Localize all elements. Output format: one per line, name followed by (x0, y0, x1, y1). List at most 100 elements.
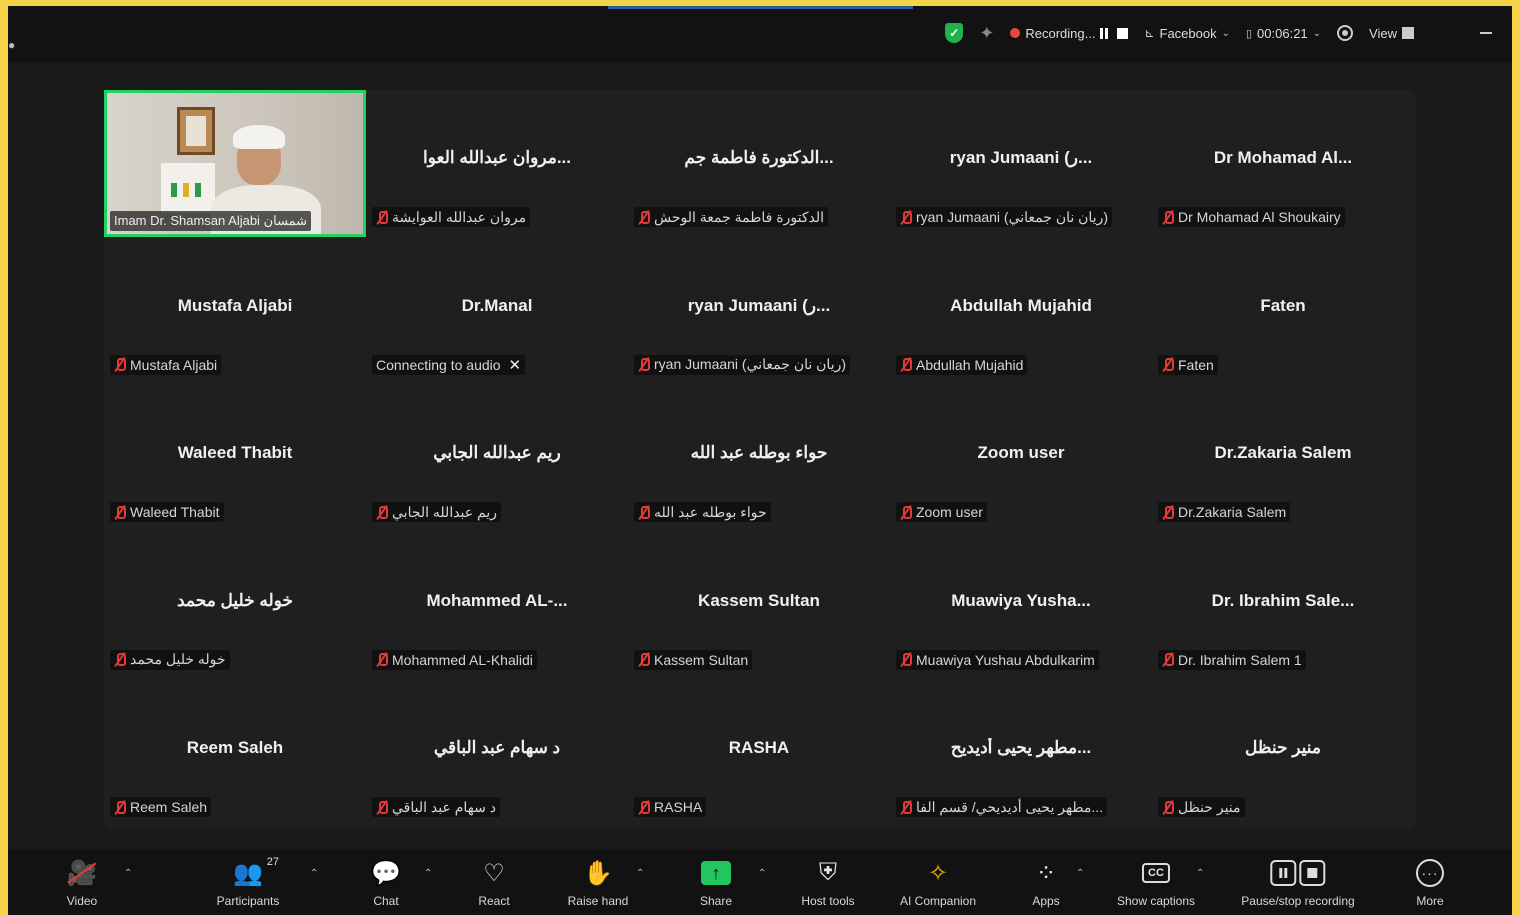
participant-tile[interactable]: Dr.Zakaria Salem Dr.Zakaria Salem (1152, 385, 1414, 532)
react-label: React (478, 894, 510, 908)
mic-muted-icon (1162, 357, 1174, 372)
stop-recording-icon[interactable] (1117, 27, 1129, 39)
apps-button[interactable]: ⁘ Apps (1032, 858, 1059, 914)
participant-tile[interactable]: Muawiya Yusha... Muawiya Yushau Abdulkari… (890, 533, 1152, 680)
host-tools-button[interactable]: ⛨ Host tools (801, 858, 854, 914)
participant-tile[interactable]: ryan Jumaani (ر... ryan Jumaani (ريان نان… (890, 90, 1152, 237)
participant-video-tile[interactable]: Imam Dr. Shamsan Aljabi شمسان (104, 90, 366, 237)
closed-captions-icon: CC (1142, 858, 1170, 888)
react-button[interactable]: ♡ React (478, 858, 509, 914)
participant-tile[interactable]: Mohammed AL-... Mohammed AL-Khalidi (366, 533, 628, 680)
encryption-shield-icon[interactable]: ✓ (945, 23, 964, 43)
more-button[interactable]: ··· More (1416, 858, 1444, 914)
participant-tile[interactable]: Dr. Ibrahim Sale... Dr. Ibrahim Salem 1 (1152, 533, 1414, 680)
participant-display-name: ryan Jumaani (ر... (949, 148, 1093, 167)
participant-display-name: Waleed Thabit (177, 443, 293, 463)
wall-picture-frame (177, 107, 215, 155)
participant-label-text: د سهام عبد الباقي (392, 798, 496, 815)
pause-stop-recording-button[interactable]: Pause/stop recording (1241, 858, 1355, 914)
video-options-caret-icon[interactable]: ⌃ (124, 868, 132, 879)
participant-tile[interactable]: Mustafa Aljabi Mustafa Aljabi (104, 238, 366, 385)
participant-tile[interactable]: RASHA RASHA (628, 680, 890, 827)
share-options-caret-icon[interactable]: ⌃ (758, 868, 766, 879)
participant-tile[interactable]: ryan Jumaani (ر... ryan Jumaani (ريان نان… (628, 238, 890, 385)
participant-tile[interactable]: Dr Mohamad Al... Dr Mohamad Al Shoukairy (1152, 90, 1414, 237)
participant-tile[interactable]: Zoom user Zoom user (890, 385, 1152, 532)
minimize-icon[interactable] (1480, 32, 1492, 34)
participant-name-label: Dr.Zakaria Salem (1158, 502, 1291, 523)
participants-icon: 👥 27 (233, 856, 279, 887)
participant-tile[interactable]: خوله خليل محمد خوله خليل محمد (104, 533, 366, 680)
mic-muted-icon (638, 210, 650, 225)
captions-options-caret-icon[interactable]: ⌃ (1196, 868, 1204, 879)
participant-tile[interactable]: د سهام عبد الباقي د سهام عبد الباقي (366, 680, 628, 827)
participants-options-caret-icon[interactable]: ⌃ (310, 868, 318, 879)
participant-label-text: Connecting to audio (376, 356, 501, 373)
participant-name-label: د سهام عبد الباقي (372, 797, 500, 818)
participant-label-text: Waleed Thabit (130, 504, 220, 521)
chat-options-caret-icon[interactable]: ⌃ (424, 868, 432, 879)
participant-tile[interactable]: Faten Faten (1152, 238, 1414, 385)
live-stream-indicator[interactable]: ⊾ Facebook ⌄ (1144, 26, 1230, 41)
ai-companion-button[interactable]: ✧ AI Companion (900, 858, 976, 914)
participant-display-name: Mohammed AL-... (426, 590, 568, 610)
participant-display-name: Abdullah Mujahid (950, 295, 1092, 315)
participant-tile[interactable]: منير حنظل منير حنظل (1152, 680, 1414, 827)
participant-display-name: Dr.Zakaria Salem (1214, 443, 1352, 463)
mic-muted-icon (638, 800, 650, 815)
pause-recording-icon[interactable] (1100, 27, 1109, 39)
window-edge-marker: ● (8, 38, 16, 52)
participant-tile[interactable]: Abdullah Mujahid Abdullah Mujahid (890, 238, 1152, 385)
security-shield-icon: ⛨ (818, 859, 837, 886)
participant-tile[interactable]: مطهر يحيى أديديح... مطهر يحيى أديديحي/ قس… (890, 680, 1152, 827)
participant-tile[interactable]: Waleed Thabit Waleed Thabit (104, 385, 366, 532)
share-screen-icon: ↑ (701, 858, 731, 888)
view-button[interactable]: View (1369, 26, 1414, 41)
participant-display-name: Muawiya Yusha... (951, 590, 1091, 610)
participant-tile[interactable]: الدكتورة فاطمة جم... الدكتورة فاطمة جمعة … (628, 90, 890, 237)
mic-muted-icon (900, 357, 912, 372)
participant-name-label: ryan Jumaani (ريان نان جمعاني) (896, 207, 1113, 227)
participant-label-text: Dr.Zakaria Salem (1178, 504, 1287, 521)
focus-mode-icon[interactable] (1337, 25, 1354, 41)
ai-sparkle-icon[interactable]: ✦ (979, 23, 994, 44)
participant-name-label: Imam Dr. Shamsan Aljabi شمسان (110, 211, 312, 231)
participant-tile[interactable]: Dr.Manal Connecting to audio ✕ (366, 238, 628, 385)
grid-view-icon (1402, 27, 1414, 39)
participant-label-text: منير حنظل (1178, 798, 1241, 815)
mic-muted-icon (376, 505, 388, 520)
chat-button[interactable]: 💬 Chat (371, 858, 401, 914)
participant-label-text: الدكتورة فاطمة جمعة الوحش (654, 208, 824, 225)
participant-name-label: Reem Saleh (110, 797, 212, 818)
participant-name-label: ريم عبدالله الجابي (372, 502, 501, 523)
participant-display-name: حواء بوطله عبد الله (690, 443, 828, 463)
participant-tile[interactable]: حواء بوطله عبد الله حواء بوطله عبد الله (628, 385, 890, 532)
recording-indicator[interactable]: Recording... (1010, 26, 1129, 41)
participant-tile[interactable]: Reem Saleh Reem Saleh (104, 680, 366, 827)
live-stream-label: Facebook (1159, 25, 1217, 41)
participant-display-name: Mustafa Aljabi (177, 295, 293, 315)
participants-button[interactable]: 👥 27 Participants (217, 856, 280, 914)
reactions-options-caret-icon[interactable]: ⌃ (636, 868, 644, 879)
meeting-timer[interactable]: ▯ 00:06:21 ⌄ (1246, 26, 1321, 41)
mic-muted-icon (1162, 505, 1174, 520)
show-captions-button[interactable]: CC Show captions (1117, 858, 1195, 914)
apps-options-caret-icon[interactable]: ⌃ (1076, 868, 1084, 879)
participant-label-text: Dr Mohamad Al Shoukairy (1178, 209, 1341, 225)
participant-tile[interactable]: ريم عبدالله الجابي ريم عبدالله الجابي (366, 385, 628, 532)
share-button[interactable]: ↑ Share (700, 858, 732, 914)
mic-muted-icon (900, 652, 912, 667)
participant-label-text: خوله خليل محمد (130, 651, 226, 668)
apps-icon: ⁘ (1035, 859, 1057, 887)
pause-stop-recording-label: Pause/stop recording (1241, 894, 1355, 908)
participant-tile[interactable]: مروان عبدالله العوا... مروان عبدالله العو… (366, 90, 628, 237)
participant-label-text: ryan Jumaani (ريان نان جمعاني) (654, 356, 847, 373)
raise-hand-button[interactable]: ✋ Raise hand (568, 858, 629, 914)
participant-label-text: مطهر يحيى أديديحي/ قسم الفا... (916, 798, 1104, 815)
video-button[interactable]: 🎥 Video (67, 858, 97, 914)
participant-tile[interactable]: Kassem Sultan Kassem Sultan (628, 533, 890, 680)
host-tools-label: Host tools (801, 894, 855, 908)
participant-display-name: Dr. Ibrahim Sale... (1211, 590, 1355, 610)
cancel-audio-close-icon[interactable]: ✕ (509, 356, 522, 374)
participant-label-text: Dr. Ibrahim Salem 1 (1178, 651, 1302, 668)
